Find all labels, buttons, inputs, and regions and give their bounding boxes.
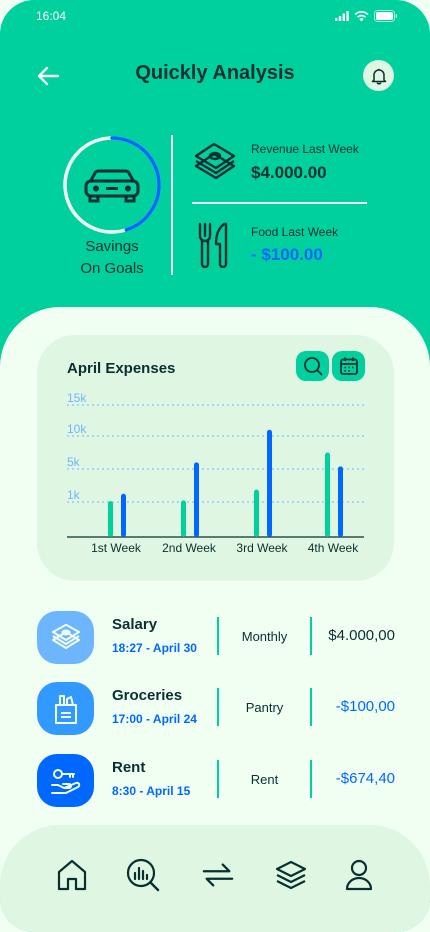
transaction-category: Rent xyxy=(250,772,279,787)
signal-icon xyxy=(335,11,349,21)
transaction-row[interactable]: Salary 18:27 - April 30 Monthly $4.000,0… xyxy=(37,611,397,666)
y-tick-label: 15k xyxy=(67,391,87,405)
phone-screen: 16:04 Quickly Analysis Savings On Goals … xyxy=(0,0,430,932)
chart-bar xyxy=(267,429,272,537)
x-tick-label: 3rd Week xyxy=(236,541,288,555)
transaction-row[interactable]: Rent 8:30 - April 15 Rent -$674,40 xyxy=(37,754,397,809)
chart-bar xyxy=(338,466,343,537)
transaction-category: Pantry xyxy=(245,700,284,715)
x-tick-label: 2nd Week xyxy=(162,541,217,555)
calendar-icon xyxy=(339,357,358,375)
transaction-name: Groceries xyxy=(112,687,183,704)
transaction-time: 17:00 - April 24 xyxy=(112,712,197,726)
transaction-name: Rent xyxy=(112,759,146,776)
battery-icon xyxy=(374,10,398,22)
analysis-icon xyxy=(126,858,160,892)
nav-profile-button[interactable] xyxy=(342,858,376,892)
transaction-icon xyxy=(37,754,94,807)
status-time: 16:04 xyxy=(36,9,67,23)
nav-categories-button[interactable] xyxy=(274,858,308,892)
divider-vertical xyxy=(171,135,173,275)
bottom-navigation xyxy=(0,825,430,932)
chart-calendar-button[interactable] xyxy=(332,351,365,381)
money-stack-icon xyxy=(194,142,236,180)
transaction-icon xyxy=(37,611,94,664)
divider-horizontal xyxy=(192,202,367,204)
home-icon xyxy=(57,859,87,891)
transaction-category: Monthly xyxy=(241,629,288,644)
revenue-value: $4.000.00 xyxy=(251,163,327,182)
search-icon xyxy=(303,357,322,376)
header: Quickly Analysis xyxy=(0,58,430,94)
nav-home-button[interactable] xyxy=(55,858,89,892)
chart-bar xyxy=(181,500,186,537)
nav-transfer-button[interactable] xyxy=(201,858,235,892)
transaction-time: 8:30 - April 15 xyxy=(112,784,191,798)
profile-icon xyxy=(345,859,373,891)
chart-title: April Expenses xyxy=(67,360,176,377)
separator xyxy=(310,617,312,655)
expenses-chart-card: 15k 10k 5k 1k 1st Week 2nd Week 3rd Week 4th We… xyxy=(37,335,394,581)
savings-goal-label: Savings On Goals xyxy=(80,238,144,277)
layers-icon xyxy=(275,860,307,890)
transfer-icon xyxy=(202,863,234,887)
separator xyxy=(310,760,312,798)
y-tick-label: 5k xyxy=(67,455,81,469)
food-title: Food Last Week xyxy=(251,225,339,239)
nav-analysis-button[interactable] xyxy=(126,858,160,892)
car-icon xyxy=(84,169,140,203)
separator xyxy=(310,688,312,726)
revenue-title: Revenue Last Week xyxy=(251,142,359,156)
transaction-name: Salary xyxy=(112,616,158,633)
food-value: - $100.00 xyxy=(251,245,323,264)
bell-icon xyxy=(371,68,386,84)
x-tick-label: 4th Week xyxy=(308,541,359,555)
savings-goal-ring xyxy=(63,136,161,234)
fork-knife-icon xyxy=(198,222,228,268)
transaction-amount: -$100,00 xyxy=(335,698,395,715)
transaction-amount: $4.000,00 xyxy=(328,627,395,644)
chart-bar xyxy=(254,489,259,537)
transaction-time: 18:27 - April 30 xyxy=(112,641,197,655)
x-tick-label: 1st Week xyxy=(91,541,142,555)
transaction-row[interactable]: Groceries 17:00 - April 24 Pantry -$100,… xyxy=(37,682,397,737)
chart-bar xyxy=(121,493,126,537)
status-bar: 16:04 xyxy=(36,8,398,24)
y-tick-label: 10k xyxy=(67,422,87,436)
chart-bar xyxy=(194,462,199,537)
notification-button[interactable] xyxy=(363,60,394,91)
transaction-icon xyxy=(37,682,94,735)
chart-search-button[interactable] xyxy=(296,351,329,381)
money-icon xyxy=(51,623,80,649)
y-tick-label: 1k xyxy=(67,488,81,502)
chart-bar xyxy=(108,501,113,537)
transaction-amount: -$674,40 xyxy=(335,770,395,787)
grocery-bag-icon xyxy=(54,694,77,724)
chart-bar xyxy=(325,452,330,537)
key-hand-icon xyxy=(50,768,80,794)
wifi-icon xyxy=(354,10,369,21)
